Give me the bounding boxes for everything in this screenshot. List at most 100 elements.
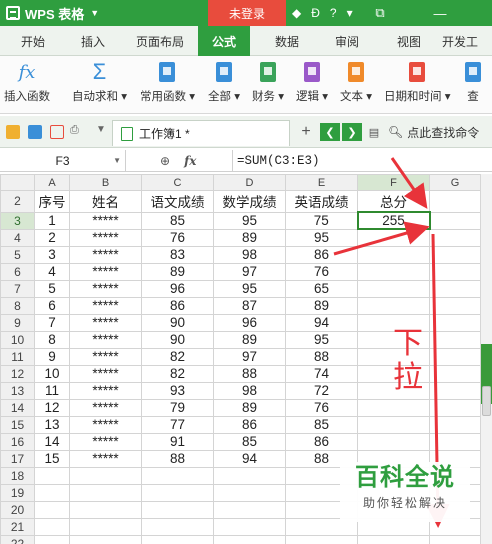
table-cell[interactable]: 9 <box>34 347 70 366</box>
table-cell[interactable]: 75 <box>285 211 358 230</box>
formula-input[interactable]: =SUM(C3:E3) <box>232 150 320 171</box>
table-cell[interactable]: 85 <box>141 211 214 230</box>
row-header[interactable]: 19 <box>0 483 35 502</box>
column-header-e[interactable]: E <box>285 174 358 191</box>
vertical-scrollbar[interactable] <box>480 174 492 544</box>
row-header[interactable]: 21 <box>0 517 35 536</box>
row-header[interactable]: 7 <box>0 279 35 298</box>
table-cell[interactable] <box>141 534 214 544</box>
help-icon[interactable]: ? <box>330 6 337 20</box>
select-all-corner[interactable] <box>0 174 35 191</box>
open-folder-icon[interactable] <box>6 125 20 139</box>
tab-insert[interactable]: 插入 <box>68 26 118 56</box>
table-cell[interactable]: 98 <box>213 245 286 264</box>
row-header[interactable]: 5 <box>0 245 35 264</box>
finance-button[interactable]: 财务 ▾ <box>252 60 284 110</box>
column-header-a[interactable]: A <box>34 174 70 191</box>
table-cell[interactable]: 3 <box>34 245 70 264</box>
table-cell[interactable]: 76 <box>285 398 358 417</box>
table-cell[interactable]: ***** <box>69 313 142 332</box>
column-header-c[interactable]: C <box>141 174 214 191</box>
table-cell[interactable] <box>141 500 214 519</box>
empty-cell[interactable] <box>429 381 481 400</box>
fx-icon[interactable]: fx <box>184 154 196 168</box>
column-header-d[interactable]: D <box>213 174 286 191</box>
table-cell[interactable] <box>357 534 430 544</box>
table-cell[interactable]: 82 <box>141 364 214 383</box>
table-cell[interactable] <box>69 483 142 502</box>
column-title-cell[interactable]: 总分 <box>357 190 430 213</box>
skin-icon[interactable]: Ð <box>311 6 320 20</box>
table-cell[interactable]: 83 <box>141 245 214 264</box>
table-cell[interactable]: 94 <box>285 313 358 332</box>
table-cell[interactable] <box>34 534 70 544</box>
table-cell[interactable]: 95 <box>285 330 358 349</box>
logic-button[interactable]: 逻辑 ▾ <box>296 60 328 110</box>
column-title-cell[interactable]: 序号 <box>34 190 70 213</box>
table-cell[interactable]: 1 <box>34 211 70 230</box>
table-cell[interactable] <box>357 432 430 451</box>
table-cell[interactable]: 95 <box>213 279 286 298</box>
table-cell[interactable]: ***** <box>69 330 142 349</box>
row-header[interactable]: 6 <box>0 262 35 281</box>
table-cell[interactable]: 95 <box>285 228 358 247</box>
table-cell[interactable] <box>213 483 286 502</box>
tab-view[interactable]: 视图 <box>384 26 434 56</box>
table-cell[interactable]: ***** <box>69 432 142 451</box>
tab-home[interactable]: 开始 <box>8 26 58 56</box>
print-icon[interactable]: ⎙ <box>70 124 84 138</box>
empty-cell[interactable] <box>429 415 481 434</box>
row-header[interactable]: 8 <box>0 296 35 315</box>
table-cell[interactable]: ***** <box>69 347 142 366</box>
minimize-icon[interactable]: — <box>426 0 454 26</box>
app-menu-button[interactable]: WPS 表格 ▼ <box>0 0 105 26</box>
table-cell[interactable] <box>213 500 286 519</box>
empty-cell[interactable] <box>429 228 481 247</box>
table-cell[interactable] <box>357 415 430 434</box>
autosum-button[interactable]: Σ 自动求和 ▾ <box>72 59 127 110</box>
table-cell[interactable] <box>34 466 70 485</box>
table-cell[interactable]: 87 <box>213 296 286 315</box>
table-cell[interactable]: 90 <box>141 330 214 349</box>
tab-data[interactable]: 数据 <box>262 26 312 56</box>
table-cell[interactable] <box>285 534 358 544</box>
empty-cell[interactable] <box>429 190 481 213</box>
row-header[interactable]: 15 <box>0 415 35 434</box>
empty-cell[interactable] <box>429 279 481 298</box>
table-cell[interactable]: 76 <box>141 228 214 247</box>
table-cell[interactable]: 86 <box>141 296 214 315</box>
table-cell[interactable]: 93 <box>141 381 214 400</box>
table-cell[interactable]: 85 <box>213 432 286 451</box>
column-header-g[interactable]: G <box>429 174 481 191</box>
table-cell[interactable]: 96 <box>141 279 214 298</box>
table-cell[interactable]: 94 <box>213 449 286 468</box>
row-header[interactable]: 10 <box>0 330 35 349</box>
row-header[interactable]: 13 <box>0 381 35 400</box>
all-functions-button[interactable]: 全部 ▾ <box>208 60 240 110</box>
new-tab-button[interactable]: + <box>296 123 316 141</box>
table-cell[interactable]: 89 <box>213 228 286 247</box>
table-cell[interactable] <box>213 517 286 536</box>
table-cell[interactable]: 7 <box>34 313 70 332</box>
empty-cell[interactable] <box>429 313 481 332</box>
row-header[interactable]: 20 <box>0 500 35 519</box>
table-cell[interactable]: 89 <box>285 296 358 315</box>
common-functions-button[interactable]: 常用函数 ▾ <box>140 60 195 110</box>
column-title-cell[interactable]: 英语成绩 <box>285 190 358 213</box>
table-cell[interactable]: ***** <box>69 296 142 315</box>
empty-cell[interactable] <box>429 398 481 417</box>
column-title-cell[interactable]: 数学成绩 <box>213 190 286 213</box>
table-cell[interactable]: 91 <box>141 432 214 451</box>
table-cell[interactable] <box>357 279 430 298</box>
table-cell[interactable]: 89 <box>141 262 214 281</box>
restore-icon[interactable]: ⧉ <box>366 0 394 26</box>
table-cell[interactable] <box>357 398 430 417</box>
table-cell[interactable] <box>213 534 286 544</box>
table-cell[interactable]: 65 <box>285 279 358 298</box>
table-cell[interactable] <box>357 296 430 315</box>
column-header-b[interactable]: B <box>69 174 142 191</box>
empty-cell[interactable] <box>429 347 481 366</box>
empty-cell[interactable] <box>429 534 481 544</box>
save-icon[interactable] <box>28 125 42 139</box>
login-button[interactable]: 未登录 <box>208 0 286 26</box>
